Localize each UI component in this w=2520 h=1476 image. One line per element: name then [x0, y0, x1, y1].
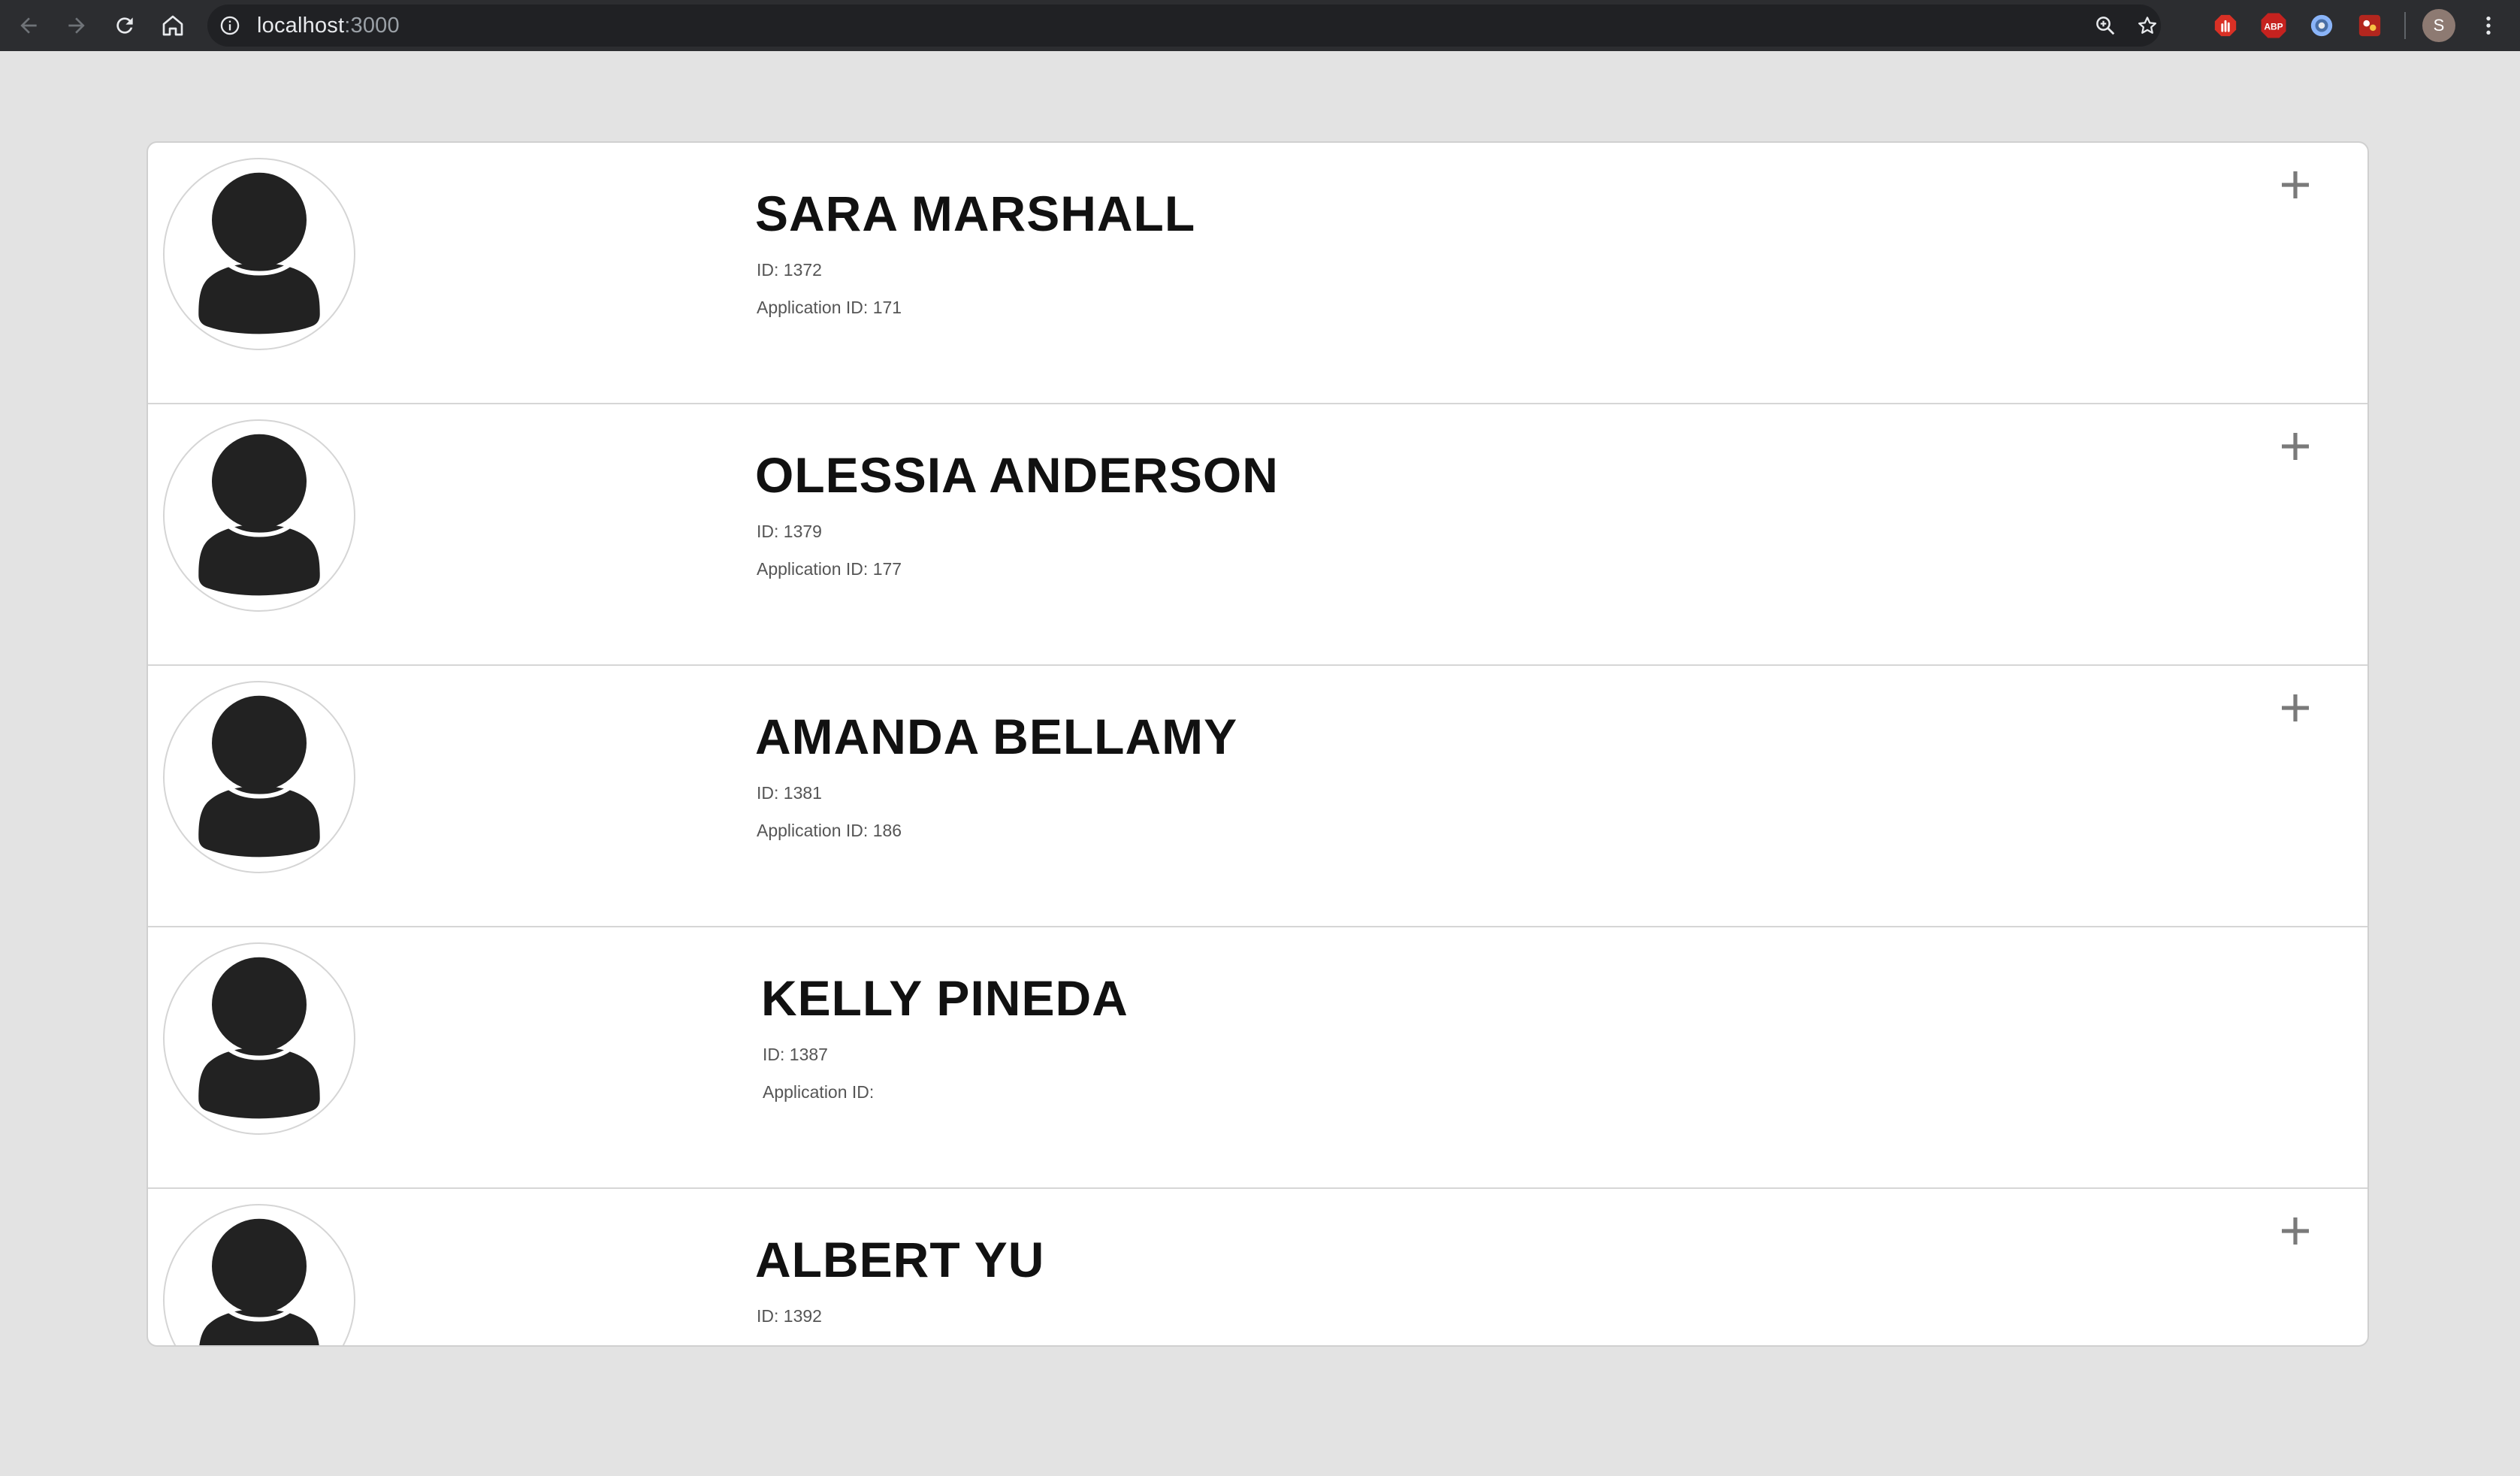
add-button[interactable]	[2274, 1210, 2316, 1252]
forward-arrow-icon	[68, 17, 85, 34]
url-port: :3000	[344, 14, 400, 38]
add-button[interactable]	[2274, 425, 2316, 467]
forward-button[interactable]	[60, 9, 93, 42]
applicant-row: OLESSIA ANDERSON ID: 1379 Application ID…	[148, 404, 2367, 666]
user-silhouette-icon	[198, 172, 320, 334]
home-icon	[162, 15, 183, 36]
red-square-extension-icon[interactable]	[2355, 11, 2385, 41]
avatar	[163, 1204, 355, 1345]
application-id: Application ID: 171	[757, 298, 902, 317]
browser-toolbar: localhost:3000 ABP S	[0, 0, 2520, 51]
add-button[interactable]	[2274, 687, 2316, 729]
add-button[interactable]	[2274, 164, 2316, 206]
applicant-row: KELLY PINEDA ID: 1387 Application ID:	[148, 927, 2367, 1189]
applicant-name: OLESSIA ANDERSON	[755, 447, 1279, 503]
info-icon[interactable]	[219, 15, 240, 36]
plus-icon	[2282, 1217, 2309, 1245]
browser-menu-button[interactable]	[2472, 9, 2505, 42]
applicant-name: KELLY PINEDA	[761, 970, 1129, 1026]
applicant-id: ID: 1379	[757, 522, 822, 541]
applicant-row: SARA MARSHALL ID: 1372 Application ID: 1…	[148, 143, 2367, 404]
zoom-button[interactable]	[2089, 9, 2122, 42]
avatar	[163, 158, 355, 350]
adblock-plus-extension-icon[interactable]: ABP	[2259, 11, 2289, 41]
user-silhouette-icon	[198, 695, 320, 857]
address-bar[interactable]: localhost:3000	[207, 5, 2161, 47]
avatar	[163, 681, 355, 873]
back-arrow-icon	[20, 17, 37, 34]
applicant-id: ID: 1387	[763, 1045, 828, 1064]
adblock-plus-label: ABP	[2264, 21, 2283, 32]
avatar	[163, 419, 355, 612]
url-text: localhost:3000	[257, 5, 400, 47]
applicant-row: AMANDA BELLAMY ID: 1381 Application ID: …	[148, 666, 2367, 927]
plus-icon	[2282, 694, 2309, 721]
reload-button[interactable]	[108, 9, 141, 42]
applicant-row: ALBERT YU ID: 1392	[148, 1189, 2367, 1345]
avatar	[163, 942, 355, 1135]
applicant-name: SARA MARSHALL	[755, 186, 1196, 241]
applicant-id: ID: 1381	[757, 783, 822, 803]
user-silhouette-icon	[199, 1218, 319, 1345]
toolbar-separator	[2404, 12, 2406, 39]
user-silhouette-icon	[198, 434, 320, 596]
application-id: Application ID:	[763, 1082, 875, 1102]
back-button[interactable]	[12, 9, 45, 42]
kebab-menu-icon	[2486, 17, 2491, 35]
user-silhouette-icon	[198, 957, 320, 1119]
zoom-icon	[2096, 17, 2115, 35]
blue-circle-extension-icon[interactable]	[2307, 11, 2337, 41]
applicant-list[interactable]: SARA MARSHALL ID: 1372 Application ID: 1…	[147, 141, 2369, 1347]
profile-avatar[interactable]: S	[2422, 9, 2455, 42]
plus-icon	[2282, 433, 2309, 460]
url-host: localhost	[257, 14, 345, 38]
application-id: Application ID: 177	[757, 559, 902, 579]
home-button[interactable]	[156, 9, 189, 42]
reload-icon	[116, 17, 133, 34]
stop-extension-icon[interactable]	[2210, 11, 2241, 41]
plus-icon	[2282, 171, 2309, 198]
applicant-name: ALBERT YU	[755, 1232, 1045, 1287]
applicant-id: ID: 1372	[757, 260, 822, 280]
bookmark-button[interactable]	[2131, 9, 2164, 42]
applicant-name: AMANDA BELLAMY	[755, 709, 1238, 764]
applicant-id: ID: 1392	[757, 1306, 822, 1326]
star-icon	[2138, 17, 2156, 34]
application-id: Application ID: 186	[757, 821, 902, 840]
